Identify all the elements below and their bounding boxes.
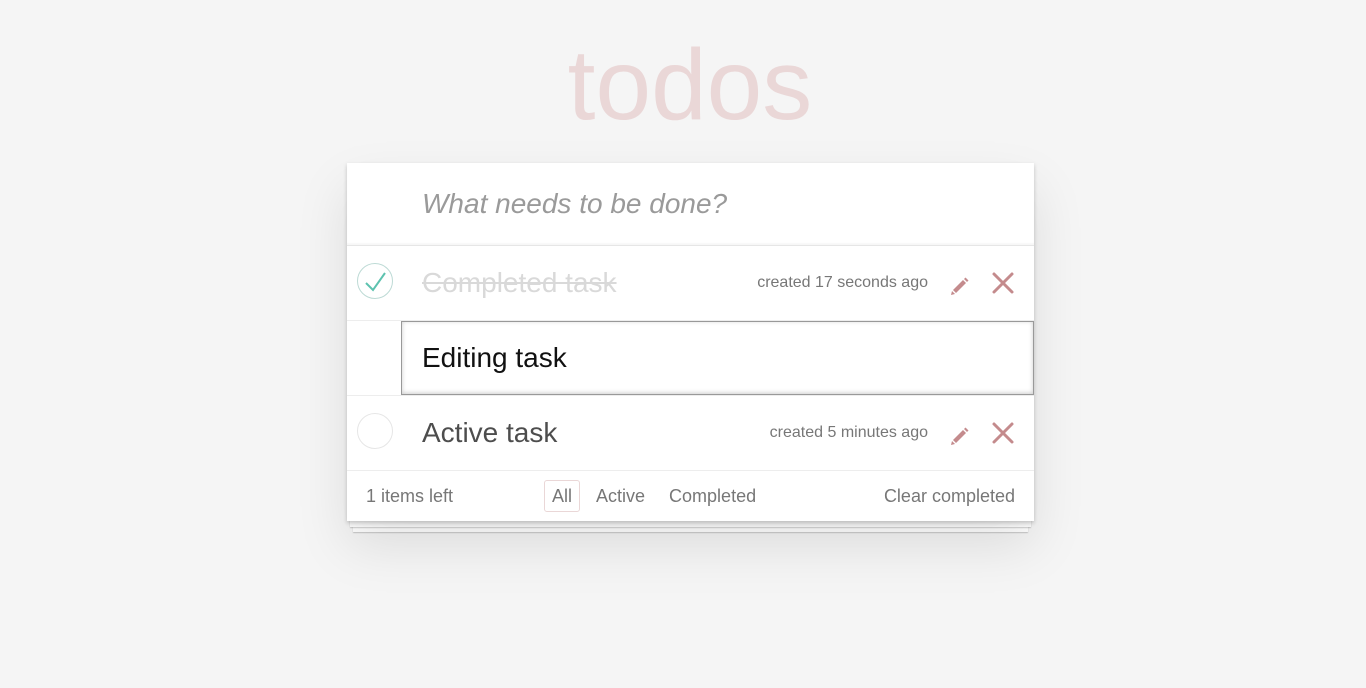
filter-completed[interactable]: Completed bbox=[661, 480, 764, 512]
pencil-icon bbox=[951, 277, 969, 295]
edit-button[interactable] bbox=[948, 423, 972, 447]
todo-app: Completed task created 17 seconds ago bbox=[347, 163, 1034, 521]
filter-all[interactable]: All bbox=[544, 480, 581, 512]
todo-edit-input[interactable] bbox=[401, 321, 1034, 395]
todo-label[interactable]: Active task bbox=[422, 396, 557, 470]
edit-button[interactable] bbox=[948, 273, 972, 297]
app-title: todos bbox=[567, 29, 813, 141]
todo-item-active: Active task created 5 minutes ago bbox=[347, 396, 1034, 471]
items-left-count: 1 items left bbox=[366, 486, 454, 506]
pencil-icon bbox=[951, 427, 969, 445]
todo-created-time: created 5 minutes ago bbox=[769, 424, 928, 441]
close-icon bbox=[992, 422, 1014, 444]
todo-toggle[interactable] bbox=[357, 413, 393, 449]
todo-item-editing bbox=[347, 321, 1034, 396]
clear-completed-button[interactable]: Clear completed bbox=[884, 471, 1015, 521]
new-todo-input[interactable] bbox=[347, 163, 1034, 246]
filter-active[interactable]: Active bbox=[588, 480, 653, 512]
todo-toggle-checked[interactable] bbox=[357, 263, 393, 299]
todo-label[interactable]: Completed task bbox=[422, 246, 617, 320]
todo-footer: 1 items left All Active Completed Clear … bbox=[347, 471, 1034, 521]
delete-button[interactable] bbox=[990, 420, 1016, 446]
check-icon bbox=[365, 272, 386, 292]
todo-created-time: created 17 seconds ago bbox=[757, 274, 928, 291]
close-icon bbox=[992, 272, 1014, 294]
delete-button[interactable] bbox=[990, 270, 1016, 296]
filter-list: All Active Completed bbox=[544, 480, 764, 512]
todo-list: Completed task created 17 seconds ago Ed… bbox=[347, 246, 1034, 471]
todo-item-completed: Completed task created 17 seconds ago bbox=[347, 246, 1034, 321]
